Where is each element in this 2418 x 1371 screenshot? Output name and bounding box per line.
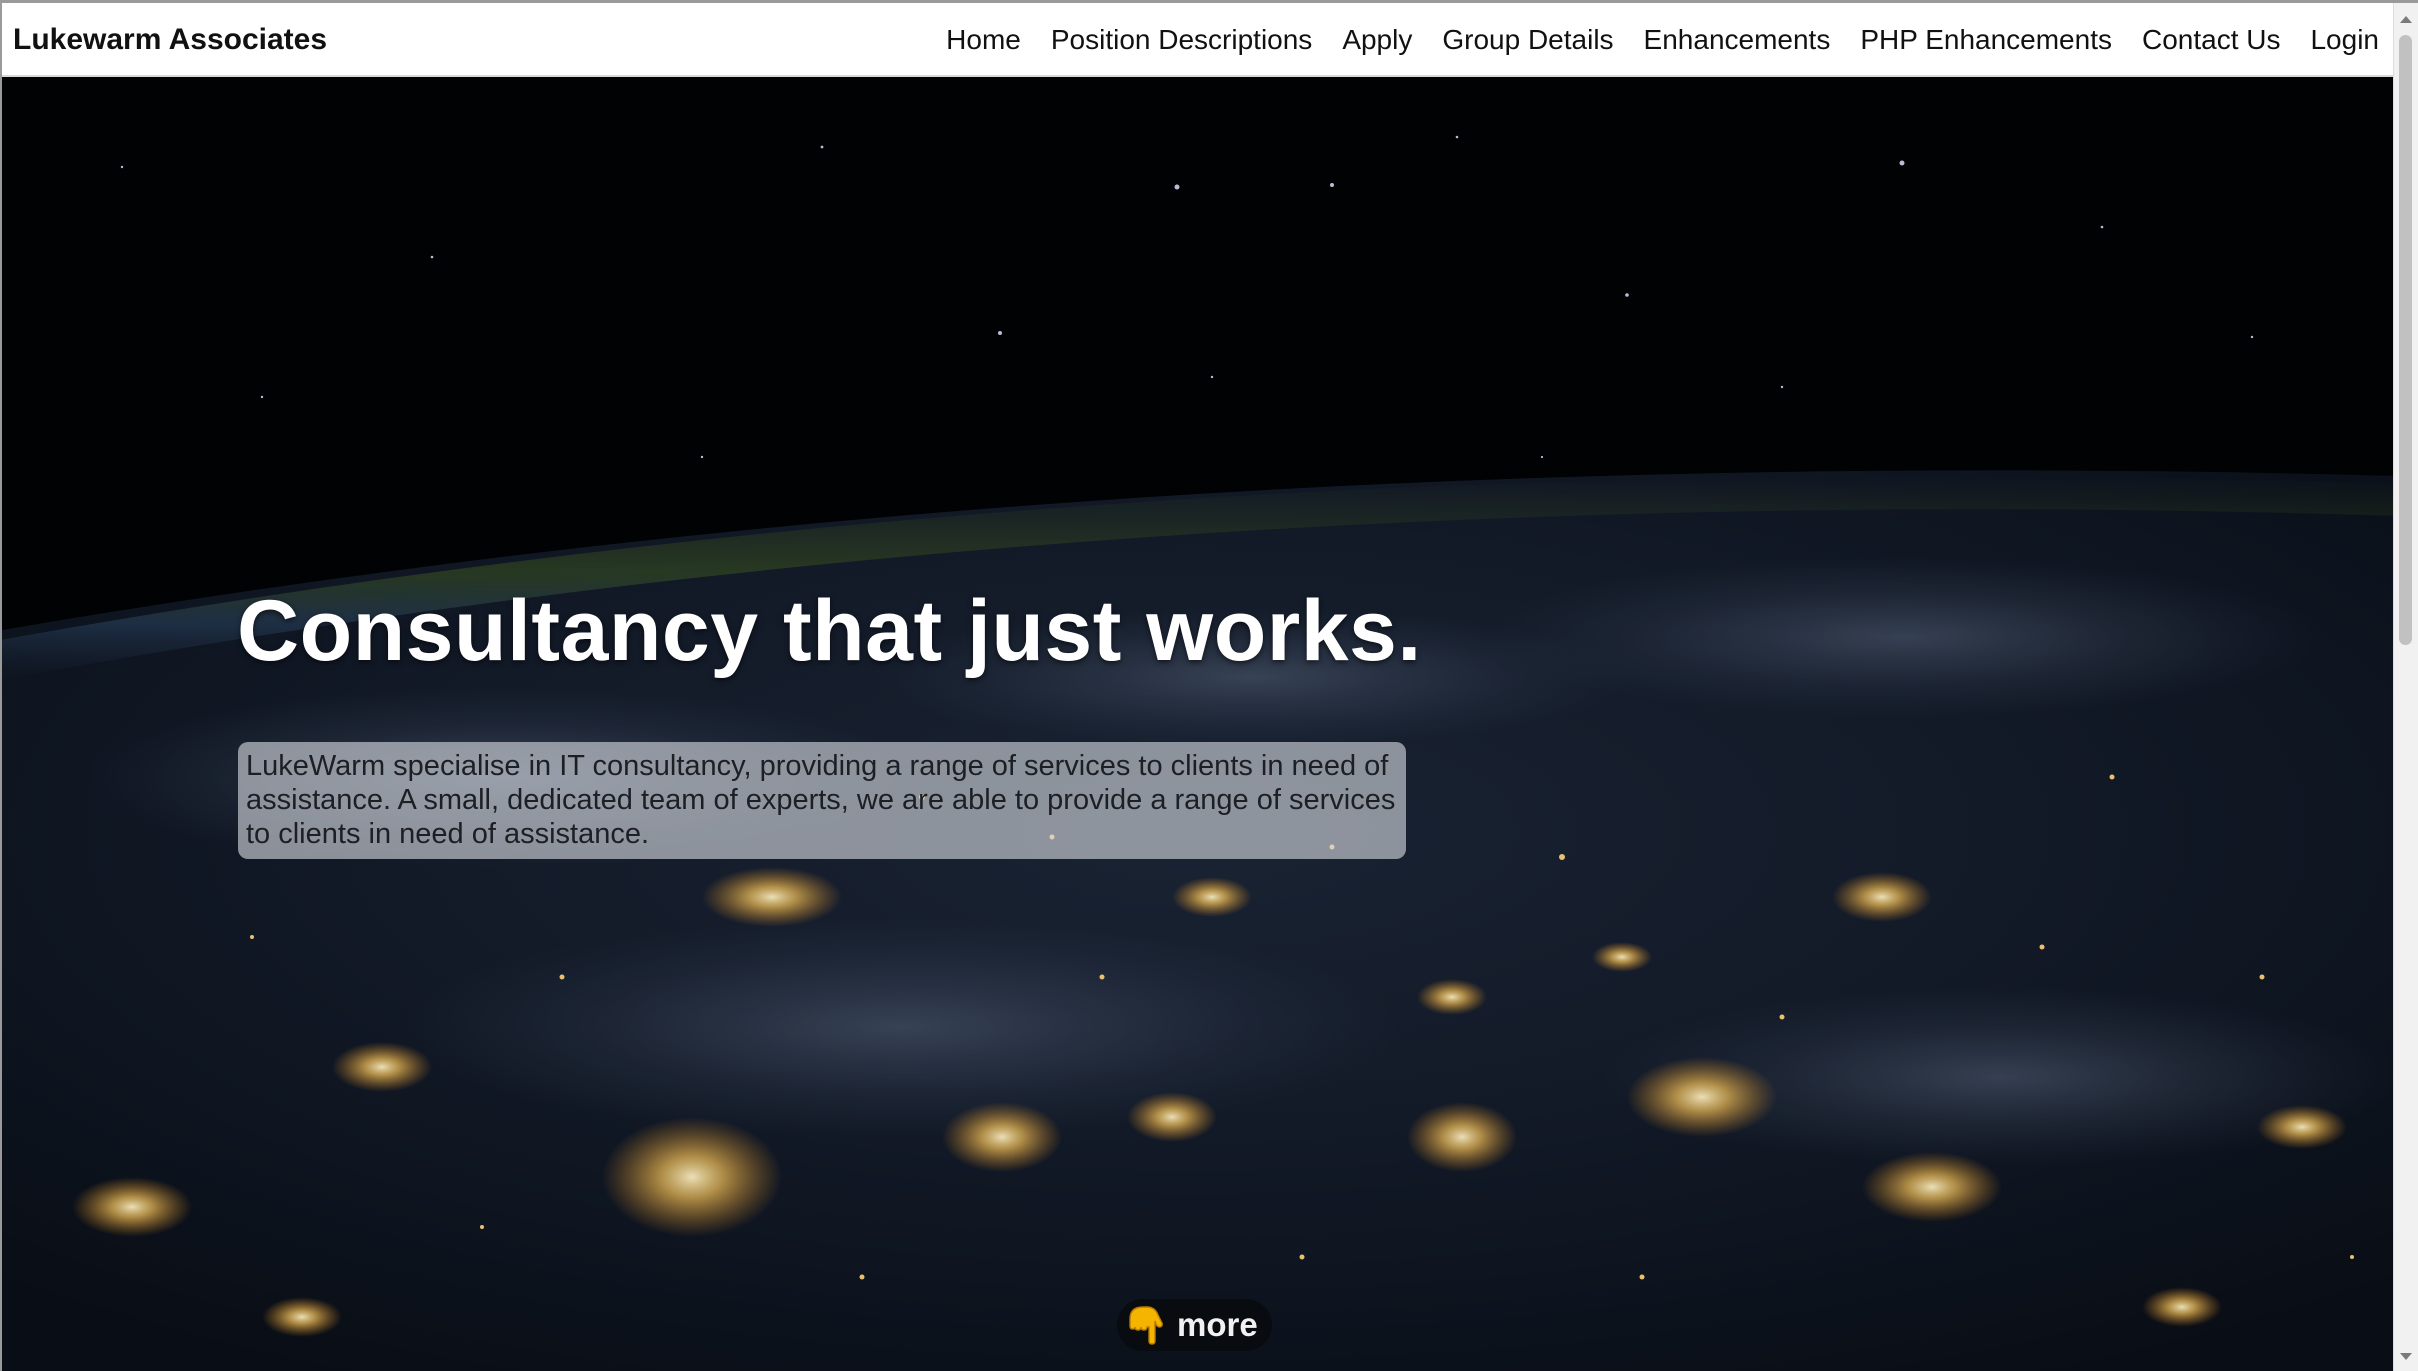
nav-link-group-details[interactable]: Group Details <box>1442 24 1613 56</box>
scroll-down-arrow-icon[interactable] <box>2394 1345 2418 1369</box>
top-navbar: Lukewarm Associates Home Position Descri… <box>2 3 2393 77</box>
earth-at-night-background <box>2 77 2393 1371</box>
nav-link-php-enhancements[interactable]: PHP Enhancements <box>1860 24 2112 56</box>
browser-viewport: Lukewarm Associates Home Position Descri… <box>0 0 2418 1371</box>
nav-link-login[interactable]: Login <box>2310 24 2379 56</box>
more-button-label: more <box>1177 1306 1258 1343</box>
nav-menu: Home Position Descriptions Apply Group D… <box>946 3 2379 77</box>
nav-link-apply[interactable]: Apply <box>1342 24 1412 56</box>
hero-section: Consultancy that just works. LukeWarm sp… <box>2 77 2393 1371</box>
nav-link-contact-us[interactable]: Contact Us <box>2142 24 2281 56</box>
hero-description: LukeWarm specialise in IT consultancy, p… <box>238 742 1406 859</box>
hero-title: Consultancy that just works. <box>237 583 1422 679</box>
nav-link-home[interactable]: Home <box>946 24 1021 56</box>
site-brand[interactable]: Lukewarm Associates <box>13 3 327 77</box>
scroll-up-arrow-icon[interactable] <box>2394 7 2418 31</box>
page-scrollbar[interactable] <box>2393 3 2418 1371</box>
scrollbar-thumb[interactable] <box>2399 35 2412 645</box>
nav-link-position-descriptions[interactable]: Position Descriptions <box>1051 24 1312 56</box>
pointing-down-hand-icon <box>1129 1306 1163 1345</box>
nav-link-enhancements[interactable]: Enhancements <box>1644 24 1831 56</box>
more-button[interactable]: more <box>1117 1299 1272 1351</box>
